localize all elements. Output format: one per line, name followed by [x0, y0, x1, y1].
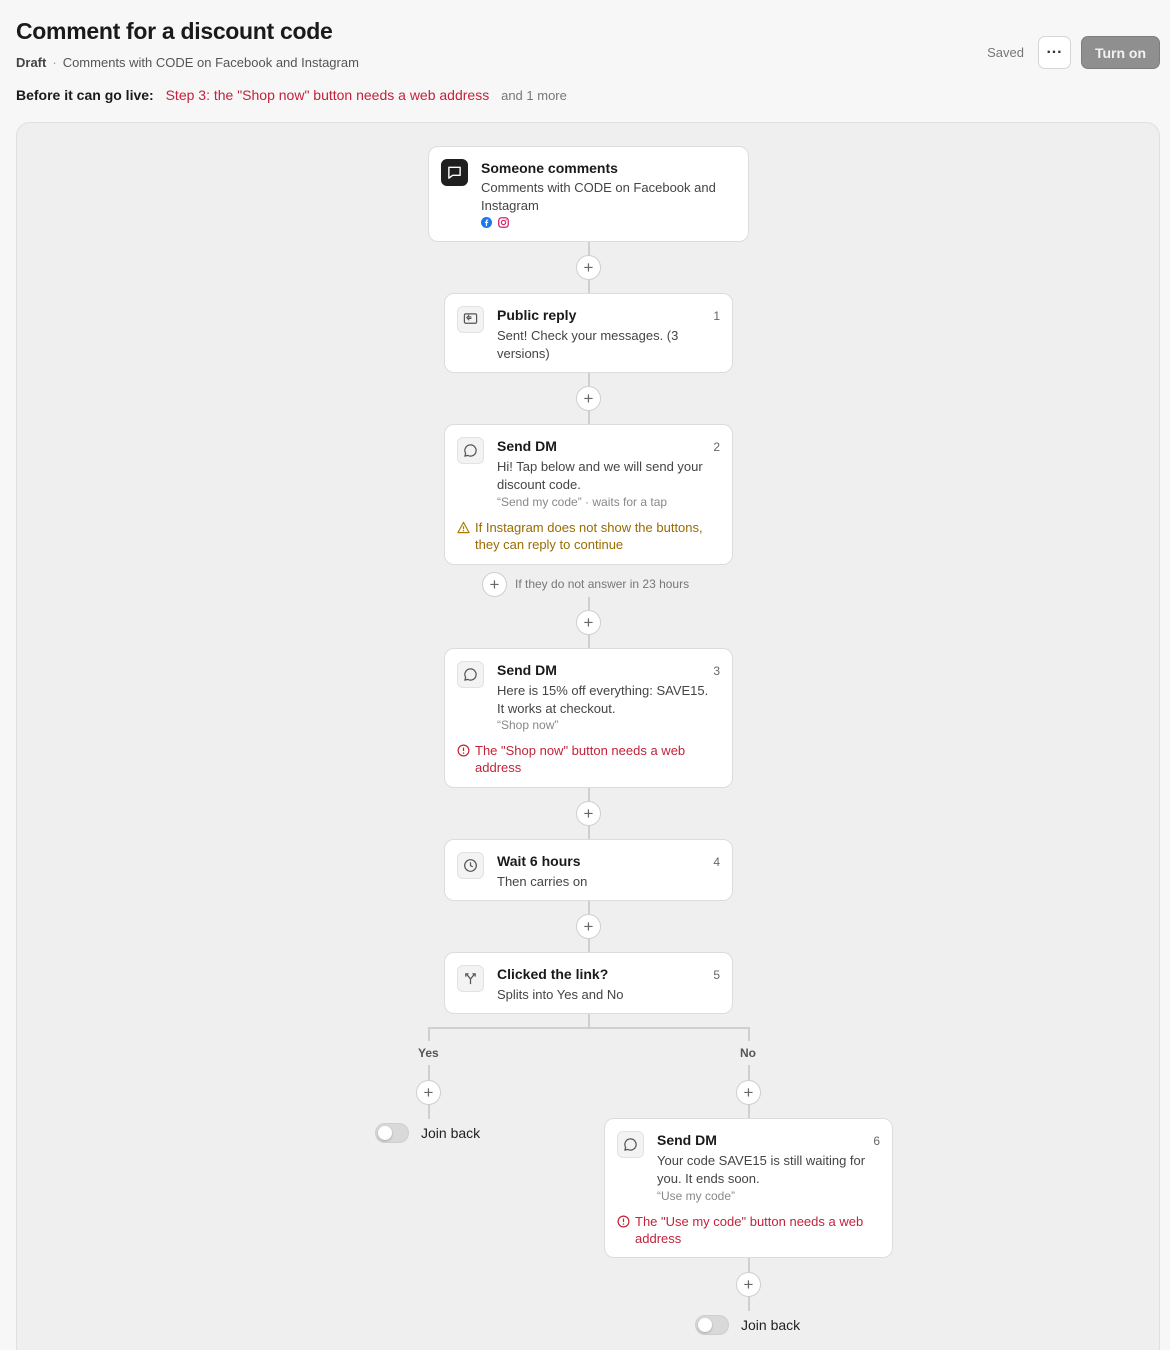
trigger-title: Someone comments — [481, 160, 618, 176]
step-title: Public reply — [497, 307, 577, 323]
status-badge: Draft — [16, 55, 47, 70]
step-description: Your code SAVE15 is still waiting for yo… — [657, 1153, 866, 1186]
saved-status: Saved — [987, 45, 1024, 60]
step-card-send-dm-6[interactable]: Send DM 6 Your code SAVE15 is still wait… — [604, 1118, 893, 1258]
step-warning: If Instagram does not show the buttons, … — [457, 519, 718, 553]
separator-dot: · — [52, 55, 57, 70]
trigger-description: Comments with CODE on Facebook and Insta… — [481, 180, 716, 213]
reply-icon — [457, 306, 484, 333]
step-description: Splits into Yes and No — [497, 987, 624, 1002]
message-icon — [617, 1131, 644, 1158]
platform-icons — [481, 217, 509, 228]
branch-line-yes — [428, 1027, 430, 1041]
add-step-button[interactable]: + — [576, 914, 601, 939]
add-step-no-button[interactable]: + — [736, 1080, 761, 1105]
go-live-checklist: Before it can go live: Step 3: the "Shop… — [16, 87, 567, 103]
step-error: The "Use my code" button needs a web add… — [617, 1213, 878, 1247]
add-step-button[interactable]: + — [736, 1272, 761, 1297]
step-warning-text: If Instagram does not show the buttons, … — [475, 520, 703, 552]
message-icon — [457, 661, 484, 688]
add-step-button[interactable]: + — [576, 801, 601, 826]
warning-icon — [457, 521, 470, 534]
step-error-text: The "Shop now" button needs a web addres… — [475, 743, 686, 775]
facebook-icon — [481, 217, 492, 228]
more-icon: ··· — [1046, 43, 1063, 61]
step-number: 4 — [713, 855, 720, 869]
step-card-send-dm-2[interactable]: Send DM 2 Hi! Tap below and we will send… — [444, 424, 733, 565]
join-back-toggle-no[interactable] — [695, 1315, 729, 1335]
step-card-public-reply[interactable]: Public reply 1 Sent! Check your messages… — [444, 293, 733, 373]
trigger-card[interactable]: Someone comments Comments with CODE on F… — [428, 146, 749, 242]
step-number: 5 — [713, 968, 720, 982]
go-live-more[interactable]: and 1 more — [501, 88, 567, 103]
instagram-icon — [498, 217, 509, 228]
button-hint: “Send my code” · waits for a tap — [497, 495, 668, 509]
more-options-button[interactable]: ··· — [1037, 36, 1071, 69]
step-number: 2 — [713, 440, 720, 454]
top-actions: Saved ··· Turn on — [987, 36, 1160, 69]
step-title: Send DM — [497, 662, 557, 678]
no-answer-label: If they do not answer in 23 hours — [515, 577, 690, 591]
step-title: Wait 6 hours — [497, 853, 581, 869]
join-back-toggle-yes[interactable] — [375, 1123, 409, 1143]
step-number: 6 — [873, 1134, 880, 1148]
step-title: Clicked the link? — [497, 966, 609, 982]
go-live-label: Before it can go live: — [16, 87, 154, 103]
step-description: Here is 15% off everything: SAVE15. It w… — [497, 683, 709, 716]
step-description: Sent! Check your messages. (3 versions) — [497, 328, 679, 361]
branch-line — [428, 1027, 750, 1029]
branch-line-no — [748, 1027, 750, 1041]
clock-icon — [457, 852, 484, 879]
step-card-send-dm-3[interactable]: Send DM 3 Here is 15% off everything: SA… — [444, 648, 733, 788]
page-subtitle: Comments with CODE on Facebook and Insta… — [62, 55, 359, 70]
step-error-text: The "Use my code" button needs a web add… — [635, 1214, 864, 1246]
turn-on-button[interactable]: Turn on — [1080, 36, 1160, 69]
comment-icon — [441, 159, 468, 186]
error-icon — [617, 1215, 630, 1228]
error-icon — [457, 744, 470, 757]
add-step-button[interactable]: + — [576, 386, 601, 411]
step-card-condition[interactable]: Clicked the link? 5 Splits into Yes and … — [444, 952, 733, 1014]
step-card-wait[interactable]: Wait 6 hours 4 Then carries on — [444, 839, 733, 901]
connector-line — [588, 1013, 590, 1028]
add-step-button[interactable]: + — [576, 255, 601, 280]
join-back-label: Join back — [741, 1317, 801, 1333]
button-hint: “Use my code” — [657, 1189, 736, 1203]
add-no-answer-step-button[interactable]: + — [482, 572, 507, 597]
message-icon — [457, 437, 484, 464]
flow-canvas: Someone comments Comments with CODE on F… — [16, 122, 1160, 1350]
add-step-yes-button[interactable]: + — [416, 1080, 441, 1105]
split-icon — [457, 965, 484, 992]
step-number: 3 — [713, 664, 720, 678]
step-title: Send DM — [657, 1132, 717, 1148]
branch-label-no: No — [740, 1046, 756, 1060]
step-description: Hi! Tap below and we will send your disc… — [497, 459, 703, 492]
step-error: The "Shop now" button needs a web addres… — [457, 742, 718, 776]
branch-label-yes: Yes — [418, 1046, 439, 1060]
step-title: Send DM — [497, 438, 557, 454]
add-step-button[interactable]: + — [576, 610, 601, 635]
button-hint: “Shop now” — [497, 718, 559, 732]
step-number: 1 — [713, 309, 720, 323]
go-live-error-link[interactable]: Step 3: the "Shop now" button needs a we… — [166, 87, 490, 103]
join-back-label: Join back — [421, 1125, 481, 1141]
step-description: Then carries on — [497, 874, 588, 889]
